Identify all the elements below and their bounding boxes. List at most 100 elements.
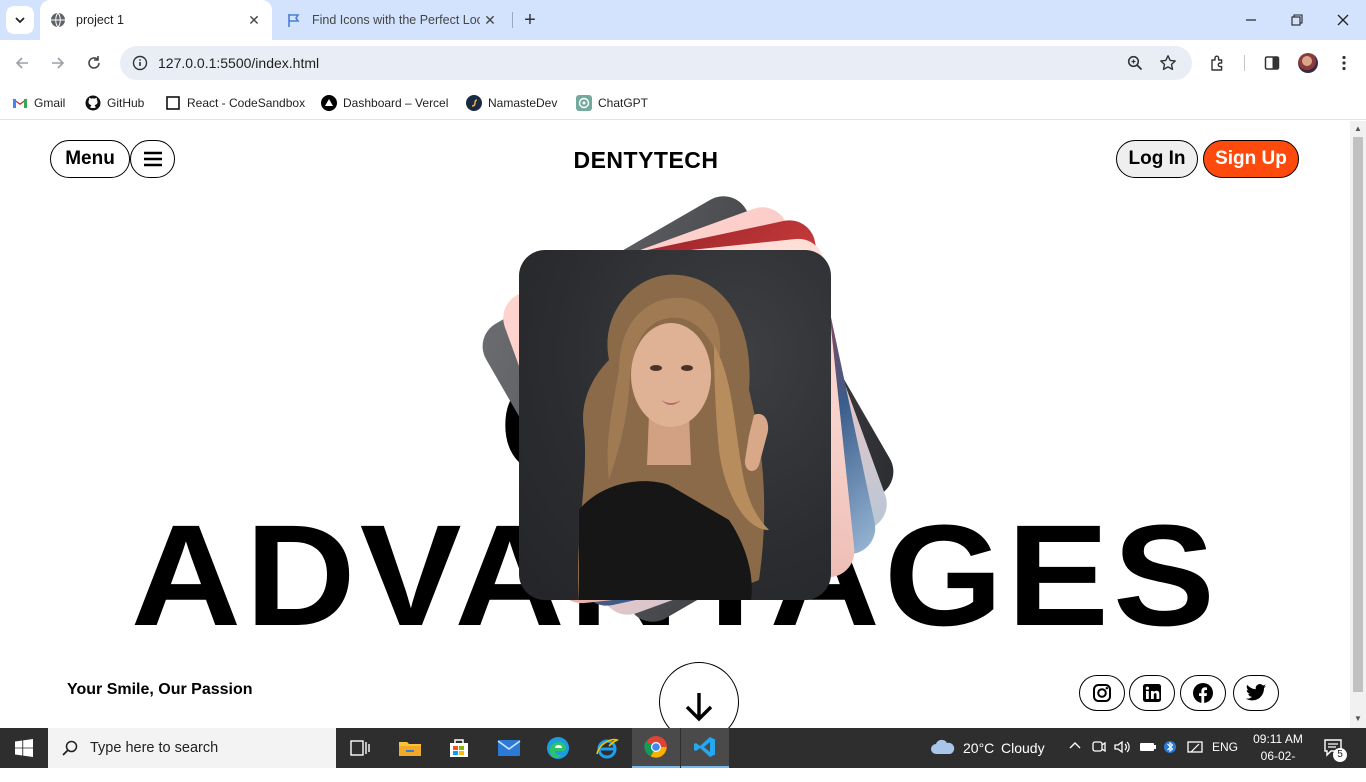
bookmark-codesandbox[interactable]: React - CodeSandbox <box>165 92 305 114</box>
scroll-thumb[interactable] <box>1353 137 1363 692</box>
gmail-icon <box>12 95 28 111</box>
volume-icon[interactable] <box>1113 739 1131 758</box>
menu-button[interactable]: Menu <box>50 140 130 178</box>
hero-portrait-photo <box>519 250 831 600</box>
store-icon <box>450 739 468 757</box>
brand-logo[interactable]: DENTYTECH <box>546 147 746 174</box>
signup-button[interactable]: Sign Up <box>1203 140 1299 178</box>
vscode-button[interactable] <box>681 728 729 768</box>
instagram-button[interactable] <box>1079 675 1125 711</box>
network-icon[interactable] <box>1187 739 1203 758</box>
tab-search-button[interactable] <box>6 6 34 34</box>
arrow-left-icon <box>15 57 28 69</box>
extensions-icon[interactable] <box>1203 48 1233 78</box>
reload-button[interactable] <box>79 48 109 78</box>
close-icon[interactable]: ✕ <box>480 10 500 30</box>
taskbar-search-box[interactable]: Type here to search <box>48 728 336 768</box>
microsoft-store-button[interactable] <box>435 728 483 768</box>
tab-project-1[interactable]: project 1 ✕ <box>40 0 272 40</box>
weather-icon[interactable] <box>930 738 956 759</box>
browser-menu-button[interactable] <box>1329 48 1359 78</box>
edge-button[interactable] <box>534 728 582 768</box>
toolbar-divider <box>1244 55 1245 71</box>
windows-taskbar: Type here to search 20°C Cloudy ENG 09:1… <box>0 728 1366 780</box>
scroll-down-button[interactable] <box>659 662 739 728</box>
battery-icon[interactable] <box>1139 740 1157 756</box>
kebab-menu-icon <box>1342 55 1346 71</box>
scroll-down-arrow-icon[interactable]: ▼ <box>1354 715 1362 723</box>
instagram-icon <box>1093 684 1111 702</box>
file-explorer-button[interactable] <box>386 728 434 768</box>
restore-button[interactable] <box>1274 0 1320 40</box>
bookmark-vercel[interactable]: Dashboard – Vercel <box>321 92 448 114</box>
search-placeholder: Type here to search <box>90 740 219 756</box>
site-info-icon[interactable] <box>128 51 152 75</box>
bookmark-namastedev[interactable]: NamasteDev <box>466 92 557 114</box>
tab-separator <box>512 12 513 28</box>
bookmarks-bar: Gmail GitHub React - CodeSandbox Dashboa… <box>0 86 1366 120</box>
vercel-icon <box>321 95 337 111</box>
new-tab-button[interactable]: + <box>518 8 542 32</box>
close-icon <box>1337 14 1349 26</box>
bookmark-star-icon[interactable] <box>1156 51 1180 75</box>
chrome-button[interactable] <box>632 728 680 768</box>
linkedin-icon <box>1143 684 1161 702</box>
github-icon <box>85 95 101 111</box>
tagline-text: Your Smile, Our Passion <box>67 681 253 698</box>
internet-explorer-button[interactable] <box>583 728 631 768</box>
facebook-icon <box>1193 683 1213 703</box>
chatgpt-icon <box>576 95 592 111</box>
tab-strip: project 1 ✕ Find Icons with the Perfect … <box>0 0 1366 40</box>
weather-temperature[interactable]: 20°C <box>963 740 994 756</box>
zoom-icon[interactable] <box>1123 51 1147 75</box>
woman-portrait-illustration <box>577 274 769 600</box>
codesandbox-icon <box>165 95 181 111</box>
linkedin-button[interactable] <box>1129 675 1175 711</box>
weather-description[interactable]: Cloudy <box>1001 740 1045 756</box>
scroll-up-arrow-icon[interactable]: ▲ <box>1354 125 1362 133</box>
bookmark-chatgpt[interactable]: ChatGPT <box>576 92 648 114</box>
mail-icon <box>497 740 521 756</box>
bookmark-label: ChatGPT <box>598 96 649 110</box>
url-text: 127.0.0.1:5500/index.html <box>158 55 320 71</box>
chevron-down-icon <box>15 17 25 24</box>
arrow-right-icon <box>52 57 65 69</box>
mail-button[interactable] <box>485 728 533 768</box>
address-bar[interactable]: 127.0.0.1:5500/index.html <box>120 46 1192 80</box>
language-indicator[interactable]: ENG <box>1212 740 1238 754</box>
hamburger-button[interactable] <box>130 140 175 178</box>
system-clock[interactable]: 09:11 AM 06-02-2024 <box>1248 731 1308 782</box>
restore-icon <box>1291 14 1303 26</box>
meet-now-icon[interactable] <box>1092 739 1106 758</box>
start-button[interactable] <box>0 728 48 768</box>
task-view-icon <box>350 740 370 756</box>
close-window-button[interactable] <box>1320 0 1366 40</box>
windows-logo-icon <box>15 739 33 757</box>
edge-icon <box>547 737 569 759</box>
chevron-up-icon[interactable] <box>1068 738 1082 755</box>
side-panel-icon[interactable] <box>1257 48 1287 78</box>
back-button[interactable] <box>7 48 37 78</box>
arrow-down-icon <box>685 693 713 722</box>
bookmark-gmail[interactable]: Gmail <box>12 92 65 114</box>
twitter-icon <box>1245 684 1267 701</box>
task-view-button[interactable] <box>336 728 384 768</box>
forward-button[interactable] <box>43 48 73 78</box>
tab-find-icons[interactable]: Find Icons with the Perfect Look ✕ <box>276 0 508 40</box>
login-button[interactable]: Log In <box>1116 140 1198 178</box>
hamburger-icon <box>143 151 162 167</box>
page-scrollbar[interactable]: ▲ ▼ <box>1350 121 1366 728</box>
browser-toolbar: 127.0.0.1:5500/index.html <box>0 40 1366 86</box>
tab-title: Find Icons with the Perfect Look <box>312 13 480 27</box>
twitter-button[interactable] <box>1233 675 1279 711</box>
bookmark-github[interactable]: GitHub <box>85 92 144 114</box>
facebook-button[interactable] <box>1180 675 1226 711</box>
bookmark-label: GitHub <box>107 96 145 110</box>
minimize-button[interactable] <box>1228 0 1274 40</box>
minimize-icon <box>1246 19 1256 21</box>
profile-avatar[interactable] <box>1293 48 1323 78</box>
bluetooth-icon[interactable] <box>1164 738 1176 759</box>
vscode-icon <box>694 737 715 757</box>
close-icon[interactable]: ✕ <box>244 10 264 30</box>
bookmark-label: NamasteDev <box>488 96 558 110</box>
